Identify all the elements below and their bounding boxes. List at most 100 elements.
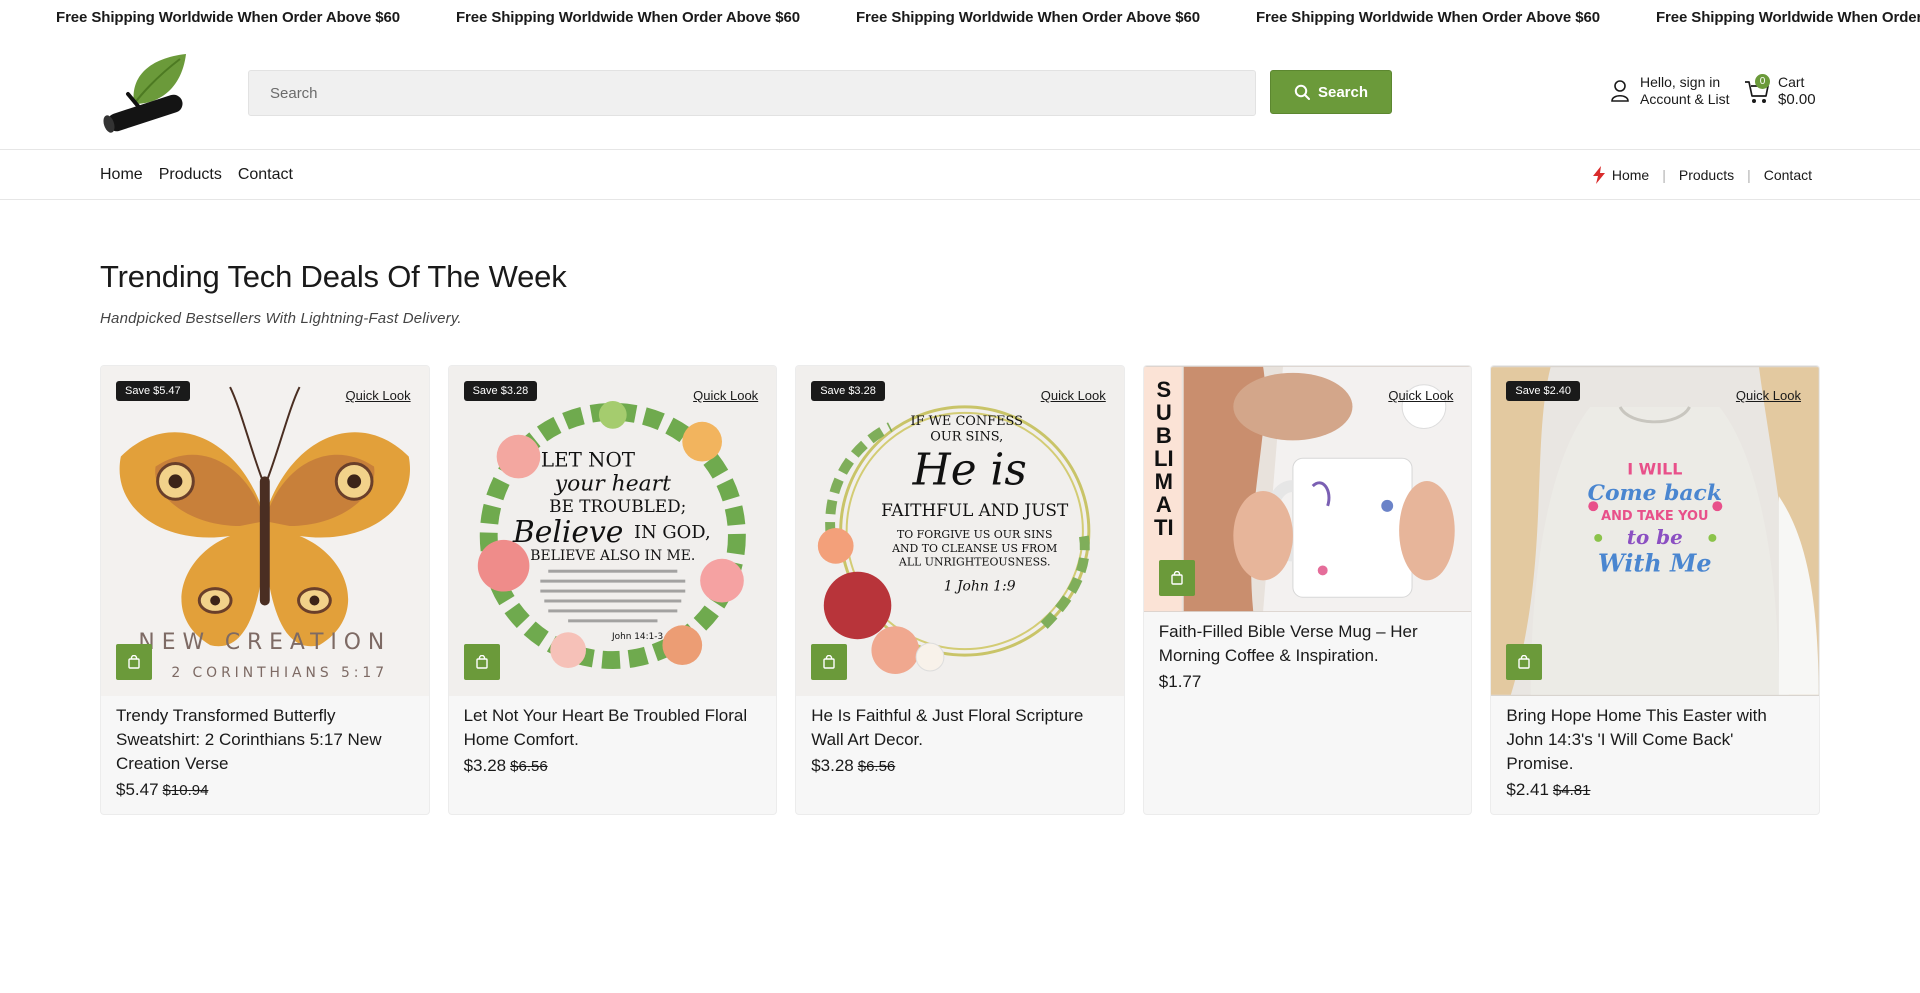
product-image[interactable]: I WILL Come back AND TAKE YOU to be With… [1491, 366, 1819, 696]
product-card[interactable]: LET NOT your heart BE TROUBLED; Believe … [447, 365, 778, 815]
search-input[interactable] [248, 70, 1256, 116]
product-price: $3.28 $6.56 [811, 756, 1109, 776]
cart-count-badge: 0 [1755, 74, 1770, 89]
product-card[interactable]: IF WE CONFESS OUR SINS, He is FAITHFUL A… [795, 365, 1125, 815]
image-text: He is [912, 444, 1027, 495]
quick-look-link[interactable]: Quick Look [693, 388, 758, 403]
nav-divider: | [1747, 167, 1751, 183]
product-title[interactable]: Faith-Filled Bible Verse Mug – Her Morni… [1159, 620, 1457, 668]
image-text: BE TROUBLED; [549, 496, 686, 516]
add-to-cart-button[interactable] [1506, 644, 1543, 680]
account-label: Account & List [1640, 91, 1730, 107]
save-badge: Save $2.40 [1506, 381, 1581, 401]
add-to-cart-button[interactable] [463, 644, 500, 680]
image-text: TO FORGIVE US OUR SINS [897, 528, 1052, 541]
product-image[interactable]: NEW CREATION 2 CORINTHIANS 5:17 Save $5.… [101, 366, 429, 696]
product-image[interactable]: IF WE CONFESS OUR SINS, He is FAITHFUL A… [796, 366, 1124, 696]
product-price: $1.77 [1159, 672, 1457, 692]
product-title[interactable]: Let Not Your Heart Be Troubled Floral Ho… [464, 704, 762, 752]
search-button-label: Search [1317, 83, 1369, 101]
current-price: $5.47 [116, 780, 159, 799]
image-text: Come back [1588, 481, 1722, 506]
product-price: $2.41 $4.81 [1506, 780, 1804, 800]
image-text: your heart [553, 471, 670, 496]
site-header: Search Hello, sign in Account & List 0 C… [0, 34, 1920, 150]
announcement-bar: Free Shipping Worldwide When Order Above… [0, 0, 1920, 34]
quick-look-link[interactable]: Quick Look [1388, 388, 1453, 403]
image-text: John 14:1-3 [611, 632, 663, 642]
sublimation-side-text: SUBLIMATI [1154, 377, 1174, 540]
main-nav: Home Products Contact Home | Products | … [0, 150, 1920, 200]
product-title[interactable]: Bring Hope Home This Easter with John 14… [1506, 704, 1804, 776]
add-to-cart-button[interactable] [116, 644, 152, 680]
save-badge: Save $3.28 [463, 381, 538, 401]
secondary-nav: Home | Products | Contact [1592, 150, 1812, 200]
add-to-cart-button[interactable] [1158, 560, 1195, 596]
add-to-cart-button[interactable] [811, 644, 848, 680]
cart-label: Cart [1778, 74, 1805, 90]
image-text: to be [1627, 525, 1683, 549]
announcement-text: Free Shipping Worldwide When Order Above… [455, 8, 800, 26]
shopping-bag-icon [823, 655, 835, 669]
image-text: AND TAKE YOU [1602, 509, 1709, 524]
image-text: AND TO CLEANSE US FROM [891, 542, 1057, 555]
product-title[interactable]: He Is Faithful & Just Floral Scripture W… [811, 704, 1109, 752]
image-text: I WILL [1628, 459, 1683, 478]
nav-divider: | [1662, 167, 1666, 183]
image-text: ALL UNRIGHTEOUSNESS. [898, 556, 1050, 569]
image-text: FAITHFUL AND JUST [881, 500, 1069, 520]
search-button[interactable]: Search [1270, 70, 1392, 114]
product-card[interactable]: NEW CREATION 2 CORINTHIANS 5:17 Save $5.… [100, 365, 430, 815]
announcement-text: Free Shipping Worldwide When Order Above… [855, 8, 1200, 26]
product-card[interactable]: I WILL Come back AND TAKE YOU to be With… [1490, 365, 1820, 815]
section-subtitle: Handpicked Bestsellers With Lightning-Fa… [100, 310, 462, 327]
product-grid: NEW CREATION 2 CORINTHIANS 5:17 Save $5.… [100, 365, 1820, 815]
image-text: LET NOT [541, 448, 636, 471]
original-price: $6.56 [857, 758, 896, 775]
image-text: 2 CORINTHIANS 5:17 [171, 665, 388, 681]
image-text: 1 John 1:9 [944, 579, 1016, 595]
nav-home[interactable]: Home [100, 166, 143, 184]
shopping-bag-icon [1171, 571, 1183, 585]
cart-total: $0.00 [1778, 91, 1816, 108]
image-text: With Me [1598, 550, 1711, 578]
image-text: OUR SINS, [930, 430, 1003, 445]
image-text: IN GOD, [634, 522, 711, 543]
secondary-nav-home[interactable]: Home [1612, 167, 1649, 183]
image-text: IF WE CONFESS [911, 414, 1023, 429]
nav-contact[interactable]: Contact [238, 166, 293, 184]
quick-look-link[interactable]: Quick Look [1736, 388, 1801, 403]
current-price: $3.28 [811, 756, 854, 775]
product-card[interactable]: SUBLIMATI Quick Look Faith-Filled Bible … [1142, 365, 1473, 815]
announcement-text: Free Shipping Worldwide When Order Above… [1255, 8, 1600, 26]
original-price: $10.94 [162, 782, 209, 799]
site-logo[interactable] [100, 46, 190, 136]
shopping-bag-icon [128, 655, 140, 669]
image-text: Believe [511, 515, 623, 550]
announcement-text: Free Shipping Worldwide When Order Above… [1655, 8, 1920, 26]
section-title: Trending Tech Deals Of The Week [100, 259, 567, 294]
product-price: $5.47 $10.94 [116, 780, 414, 800]
original-price: $4.81 [1552, 782, 1591, 799]
product-price: $3.28 $6.56 [464, 756, 762, 776]
announcement-text: Free Shipping Worldwide When Order Above… [56, 8, 400, 26]
image-text: BELIEVE ALSO IN ME. [530, 548, 695, 564]
product-image[interactable]: LET NOT your heart BE TROUBLED; Believe … [448, 366, 777, 696]
current-price: $2.41 [1506, 780, 1549, 799]
account-greeting: Hello, sign in [1640, 74, 1721, 90]
user-icon [1611, 80, 1629, 102]
shopping-bag-icon [475, 655, 488, 669]
account-link[interactable]: Hello, sign in Account & List [1610, 74, 1730, 108]
product-title[interactable]: Trendy Transformed Butterfly Sweatshirt:… [116, 704, 414, 776]
quick-look-link[interactable]: Quick Look [1041, 388, 1106, 403]
search-icon [1294, 84, 1310, 100]
save-badge: Save $5.47 [116, 381, 190, 401]
cart-link[interactable]: 0 Cart $0.00 [1744, 74, 1816, 108]
secondary-nav-products[interactable]: Products [1679, 167, 1734, 183]
nav-products[interactable]: Products [159, 166, 222, 184]
secondary-nav-contact[interactable]: Contact [1764, 167, 1812, 183]
shopping-bag-icon [1518, 655, 1531, 669]
quick-look-link[interactable]: Quick Look [346, 388, 411, 403]
image-text: NEW CREATION [138, 630, 391, 655]
product-image[interactable]: SUBLIMATI Quick Look [1143, 366, 1472, 612]
